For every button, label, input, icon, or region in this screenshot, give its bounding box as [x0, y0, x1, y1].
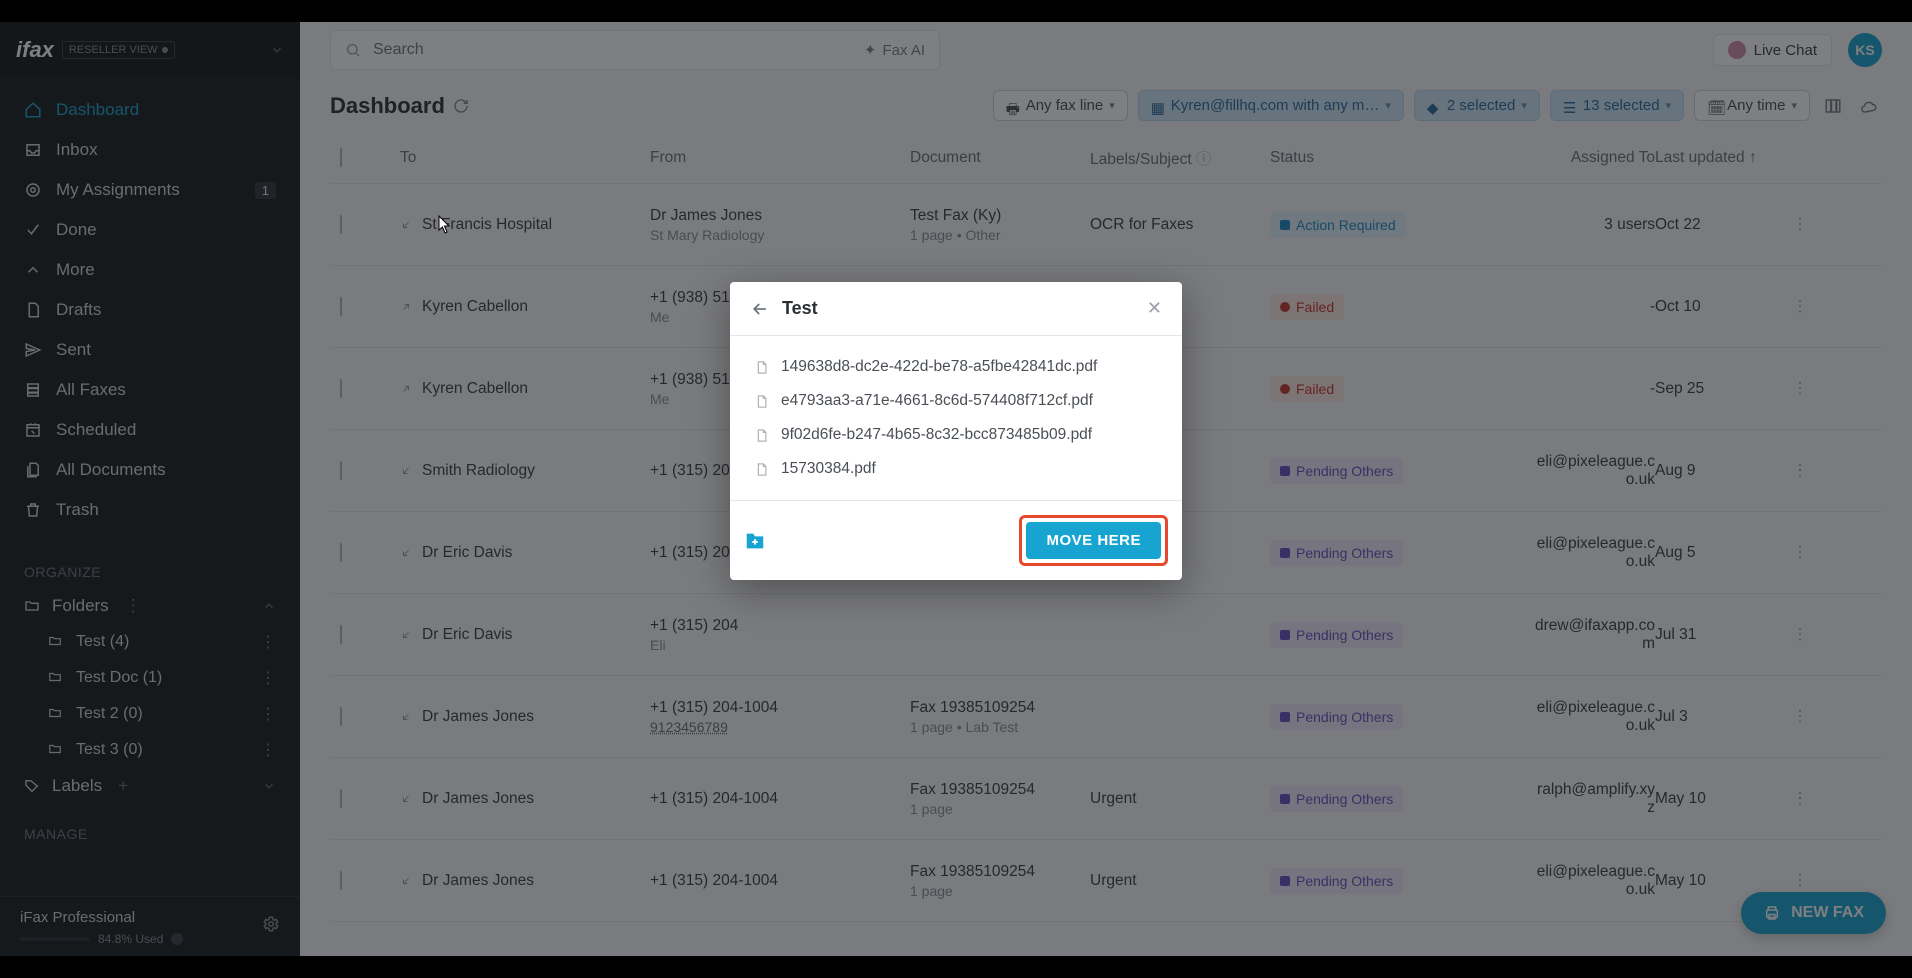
- file-row[interactable]: e4793aa3-a71e-4661-8c6d-574408f712cf.pdf: [740, 384, 1172, 418]
- file-name: 149638d8-dc2e-422d-be78-a5fbe42841dc.pdf: [781, 358, 1097, 376]
- move-here-highlight: MOVE HERE: [1019, 515, 1168, 566]
- file-name: 9f02d6fe-b247-4b65-8c32-bcc873485b09.pdf: [781, 426, 1092, 444]
- file-name: 15730384.pdf: [781, 460, 876, 478]
- modal-footer: MOVE HERE: [730, 500, 1182, 580]
- modal-file-list: 149638d8-dc2e-422d-be78-a5fbe42841dc.pdf…: [730, 336, 1182, 500]
- modal-title: Test: [782, 298, 818, 319]
- file-icon: [754, 428, 769, 443]
- close-icon[interactable]: ✕: [1147, 298, 1162, 319]
- move-modal: Test ✕ 149638d8-dc2e-422d-be78-a5fbe4284…: [730, 282, 1182, 580]
- file-row[interactable]: 149638d8-dc2e-422d-be78-a5fbe42841dc.pdf: [740, 350, 1172, 384]
- file-row[interactable]: 15730384.pdf: [740, 452, 1172, 486]
- file-icon: [754, 360, 769, 375]
- file-icon: [754, 394, 769, 409]
- file-icon: [754, 462, 769, 477]
- new-folder-icon[interactable]: [744, 530, 766, 552]
- file-row[interactable]: 9f02d6fe-b247-4b65-8c32-bcc873485b09.pdf: [740, 418, 1172, 452]
- modal-header: Test ✕: [730, 282, 1182, 336]
- move-here-button[interactable]: MOVE HERE: [1026, 522, 1161, 559]
- file-name: e4793aa3-a71e-4661-8c6d-574408f712cf.pdf: [781, 392, 1093, 410]
- modal-overlay[interactable]: Test ✕ 149638d8-dc2e-422d-be78-a5fbe4284…: [0, 22, 1912, 956]
- back-arrow-icon[interactable]: [750, 299, 770, 319]
